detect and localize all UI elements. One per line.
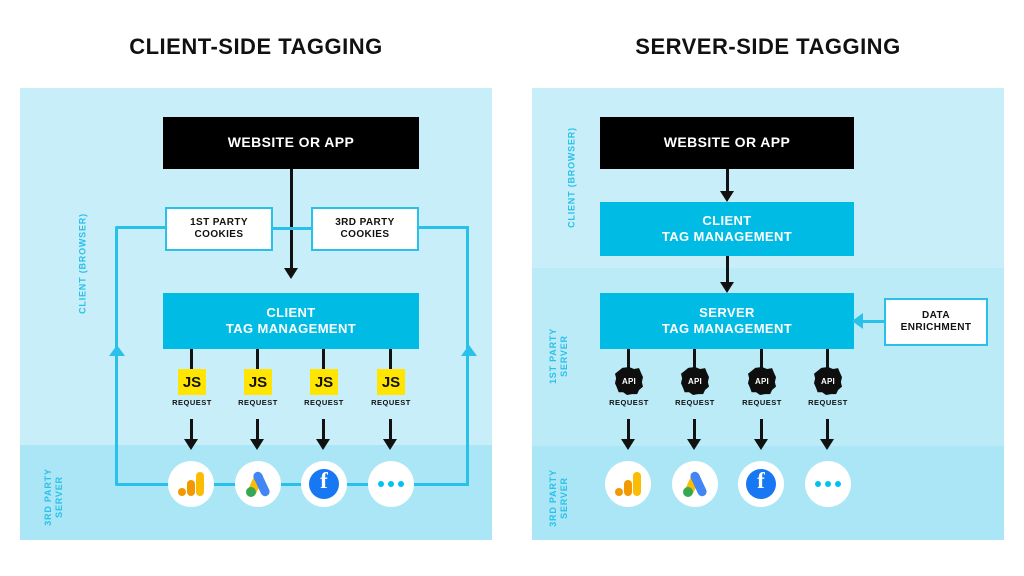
request-label: REQUEST: [675, 398, 715, 407]
js-badge-icon: JS: [310, 369, 338, 395]
left-arrow-stem-2: [256, 419, 259, 439]
right-website-or-app-box: WEBSITE OR APP: [600, 117, 854, 169]
right-stem-1: [627, 349, 630, 369]
client-side-tagging-panel: CLIENT-SIDE TAGGING CLIENT (BROWSER) 3RD…: [0, 0, 512, 576]
left-website-to-tagmanagement-arrow: [284, 268, 298, 279]
left-panel-title: CLIENT-SIDE TAGGING: [129, 34, 383, 59]
right-arrow-stem-3: [760, 419, 763, 439]
right-client-to-server-tm-arrow: [720, 282, 734, 293]
left-website-or-app-box: WEBSITE OR APP: [163, 117, 419, 169]
right-platform-more: [805, 461, 851, 507]
right-arrow-head-4: [820, 439, 834, 450]
google-ads-icon: [244, 470, 272, 498]
right-arrow-head-2: [687, 439, 701, 450]
right-stem-4: [826, 349, 829, 369]
left-request-4: JS REQUEST: [361, 369, 421, 407]
right-arrow-stem-4: [826, 419, 829, 439]
right-stem-3: [760, 349, 763, 369]
left-arrow-stem-1: [190, 419, 193, 439]
left-stem-1: [190, 349, 193, 369]
left-feedback-loop-path: [115, 226, 167, 486]
right-platform-facebook: f: [738, 461, 784, 507]
google-ads-icon: [681, 470, 709, 498]
left-website-to-tagmanagement-line: [290, 169, 293, 268]
left-feedback-loop-arrow: [109, 345, 125, 356]
right-zone-label-1st-party-server: 1ST PARTY SERVER: [548, 327, 569, 385]
infographic-root: CLIENT-SIDE TAGGING CLIENT (BROWSER) 3RD…: [0, 0, 1024, 576]
request-label: REQUEST: [808, 398, 848, 407]
right-request-4: API REQUEST: [798, 367, 858, 407]
google-analytics-icon: [178, 472, 204, 496]
left-platform-facebook: f: [301, 461, 347, 507]
js-badge-icon: JS: [178, 369, 206, 395]
right-website-to-client-tm-line: [726, 169, 729, 191]
left-platform-more: [368, 461, 414, 507]
left-stem-4: [389, 349, 392, 369]
right-platform-google-ads: [672, 461, 718, 507]
right-zone-label-client-browser: CLIENT (BROWSER): [566, 127, 577, 228]
request-label: REQUEST: [609, 398, 649, 407]
request-label: REQUEST: [238, 398, 278, 407]
right-feedback-loop-path: [417, 226, 469, 486]
facebook-icon: f: [309, 468, 339, 499]
left-arrow-head-2: [250, 439, 264, 450]
right-website-to-client-tm-arrow: [720, 191, 734, 202]
right-arrow-head-1: [621, 439, 635, 450]
left-zone-label-3rd-party-server: 3RD PARTY SERVER: [43, 468, 64, 526]
right-request-1: API REQUEST: [599, 367, 659, 407]
right-data-enrichment-box: DATA ENRICHMENT: [884, 298, 988, 346]
left-request-1: JS REQUEST: [162, 369, 222, 407]
request-label: REQUEST: [304, 398, 344, 407]
right-stem-2: [693, 349, 696, 369]
left-stem-3: [322, 349, 325, 369]
js-badge-icon: JS: [244, 369, 272, 395]
facebook-icon: f: [746, 468, 776, 499]
right-platform-google-analytics: [605, 461, 651, 507]
more-options-icon: [815, 481, 841, 487]
left-cookies-connector-line: [271, 227, 313, 230]
left-arrow-head-3: [316, 439, 330, 450]
right-panel-title: SERVER-SIDE TAGGING: [635, 34, 901, 59]
request-label: REQUEST: [742, 398, 782, 407]
js-badge-icon: JS: [377, 369, 405, 395]
right-feedback-loop-arrow: [461, 345, 477, 356]
right-request-3: API REQUEST: [732, 367, 792, 407]
right-arrow-stem-1: [627, 419, 630, 439]
data-enrichment-connector-line: [863, 320, 885, 323]
left-stem-2: [256, 349, 259, 369]
data-enrichment-arrow: [852, 313, 863, 329]
api-badge-icon: API: [748, 367, 776, 395]
left-platform-google-analytics: [168, 461, 214, 507]
request-label: REQUEST: [371, 398, 411, 407]
right-client-tag-management-box: CLIENT TAG MANAGEMENT: [600, 202, 854, 256]
left-client-tag-management-box: CLIENT TAG MANAGEMENT: [163, 293, 419, 349]
google-analytics-icon: [615, 472, 641, 496]
right-client-to-server-tm-line: [726, 256, 729, 282]
left-arrow-head-1: [184, 439, 198, 450]
left-request-3: JS REQUEST: [294, 369, 354, 407]
server-side-tagging-panel: SERVER-SIDE TAGGING CLIENT (BROWSER) 1ST…: [512, 0, 1024, 576]
right-zone-label-3rd-party-server: 3RD PARTY SERVER: [548, 469, 569, 527]
api-badge-icon: API: [681, 367, 709, 395]
api-badge-icon: API: [814, 367, 842, 395]
left-arrow-stem-4: [389, 419, 392, 439]
left-request-2: JS REQUEST: [228, 369, 288, 407]
request-label: REQUEST: [172, 398, 212, 407]
api-badge-icon: API: [615, 367, 643, 395]
right-arrow-head-3: [754, 439, 768, 450]
left-1st-party-cookies-box: 1ST PARTY COOKIES: [165, 207, 273, 251]
left-arrow-head-4: [383, 439, 397, 450]
left-platform-google-ads: [235, 461, 281, 507]
right-server-tag-management-box: SERVER TAG MANAGEMENT: [600, 293, 854, 349]
left-3rd-party-cookies-box: 3RD PARTY COOKIES: [311, 207, 419, 251]
left-arrow-stem-3: [322, 419, 325, 439]
right-request-2: API REQUEST: [665, 367, 725, 407]
left-zone-label-client-browser: CLIENT (BROWSER): [77, 213, 88, 314]
right-arrow-stem-2: [693, 419, 696, 439]
more-options-icon: [378, 481, 404, 487]
